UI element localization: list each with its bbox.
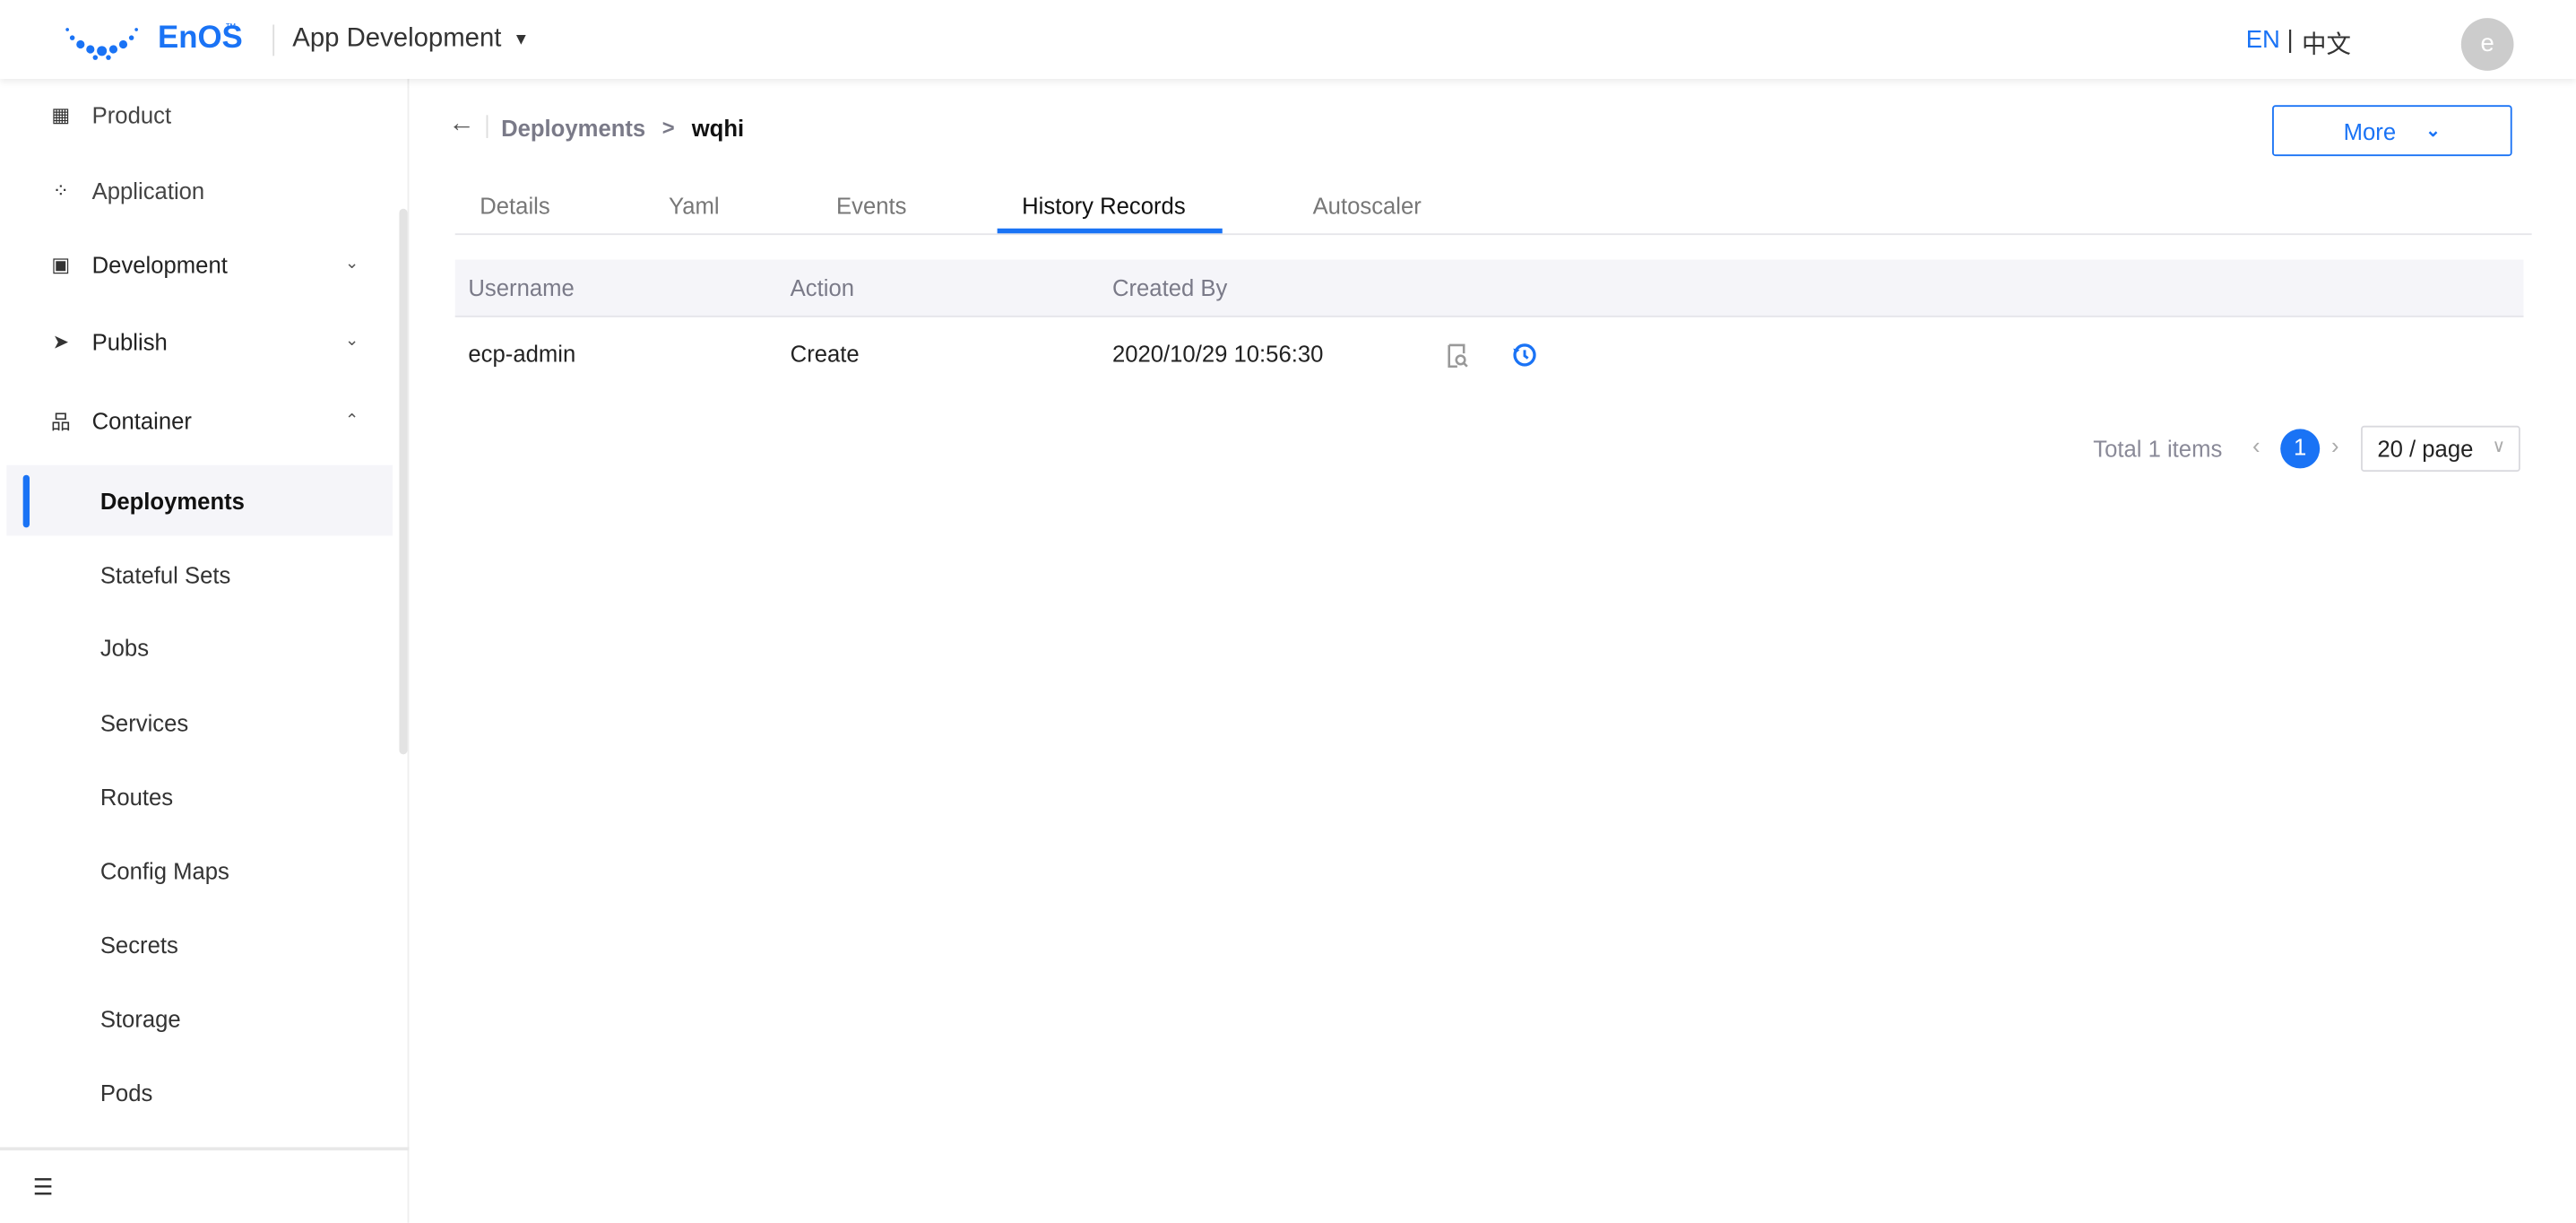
page-1-button[interactable]: 1 — [2280, 429, 2321, 469]
chevron-down-icon: ⌄ — [2425, 121, 2442, 142]
sidebar-item-product[interactable]: ▦ Product — [49, 102, 171, 128]
sidebar-item-development[interactable]: ▣ Development — [49, 251, 228, 278]
next-page-icon[interactable]: › — [2331, 432, 2339, 458]
sidebar-item-pods[interactable]: Pods — [100, 1080, 153, 1106]
sidebar-item-config-maps[interactable]: Config Maps — [100, 858, 229, 884]
rollback-history-icon[interactable] — [1511, 342, 1537, 368]
chevron-down-icon[interactable]: ⌄ — [345, 332, 359, 350]
chevron-down-icon[interactable]: ⌄ — [345, 255, 359, 273]
sidebar-item-container[interactable]: 品 Container — [49, 408, 192, 434]
lang-en[interactable]: EN — [2246, 26, 2280, 54]
paper-plane-icon: ➤ — [52, 330, 70, 354]
table-header — [454, 259, 2524, 317]
breadcrumb-deployments[interactable]: Deployments — [501, 115, 645, 141]
grid-icon: ▦ — [51, 103, 71, 127]
cell-action: Create — [790, 340, 860, 367]
more-button-label: More — [2343, 117, 2397, 144]
active-indicator — [22, 474, 30, 528]
sidebar-item-storage[interactable]: Storage — [100, 1006, 181, 1032]
active-tab-indicator — [997, 228, 1223, 234]
avatar[interactable]: e — [2460, 18, 2514, 71]
chevron-up-icon[interactable]: ⌃ — [345, 412, 359, 430]
divider — [272, 24, 275, 56]
breadcrumb-current: wqhi — [691, 115, 745, 142]
top-header: EnOS ™ App Development ▼ EN | 中文 e — [0, 0, 2576, 79]
column-action: Action — [790, 274, 855, 301]
back-arrow-icon[interactable]: ← — [448, 110, 474, 140]
sidebar-item-secrets[interactable]: Secrets — [100, 932, 178, 958]
chevron-down-icon: ∨ — [2492, 437, 2506, 457]
sidebar-item-jobs[interactable]: Jobs — [100, 635, 149, 661]
column-username: Username — [468, 274, 575, 301]
tab-autoscaler[interactable]: Autoscaler — [1313, 192, 1422, 218]
sidebar-item-services[interactable]: Services — [100, 710, 188, 736]
lang-zh[interactable]: 中文 — [2302, 26, 2351, 60]
monitor-icon: ▣ — [51, 253, 71, 276]
sidebar-item-label: Development — [91, 251, 228, 278]
sidebar: ▦ Product ⁘ Application ▣ Development ⌄ ➤ Pu… — [0, 78, 410, 1223]
view-details-icon[interactable] — [1446, 343, 1469, 369]
divider — [486, 115, 488, 138]
cell-username: ecp-admin — [468, 340, 576, 367]
sidebar-item-routes[interactable]: Routes — [100, 784, 173, 810]
sidebar-subitem-label: Deployments — [99, 488, 245, 515]
column-created-by: Created By — [1111, 274, 1228, 301]
trademark: ™ — [225, 22, 237, 35]
app-switcher[interactable]: App Development ▼ — [292, 24, 529, 54]
page-size-value: 20 / page — [2377, 435, 2474, 463]
breadcrumb-separator: > — [661, 115, 675, 140]
tab-history-records[interactable]: History Records — [1022, 192, 1186, 218]
prev-page-icon[interactable]: ‹ — [2252, 432, 2260, 458]
sitemap-icon: 品 — [50, 410, 71, 433]
page-size-select[interactable]: 20 / page ∨ — [2361, 425, 2520, 473]
cell-created: 2020/10/29 10:56:30 — [1111, 340, 1324, 367]
tabs-divider — [454, 233, 2532, 236]
divider — [0, 1147, 410, 1151]
sidebar-item-stateful-sets[interactable]: Stateful Sets — [100, 562, 231, 588]
tab-events[interactable]: Events — [836, 192, 906, 218]
lang-separator: | — [2286, 26, 2294, 55]
pagination-total: Total 1 items — [2093, 435, 2223, 463]
sidebar-scrollbar[interactable] — [399, 208, 408, 755]
apps-add-icon: ⁘ — [52, 178, 70, 203]
sidebar-item-label: Application — [91, 177, 205, 204]
sidebar-item-label: Product — [91, 101, 172, 128]
sidebar-item-publish[interactable]: ➤ Publish — [49, 329, 168, 355]
app-switcher-label: App Development — [292, 24, 502, 53]
collapse-menu-icon[interactable]: ☰ — [33, 1174, 54, 1201]
tab-details[interactable]: Details — [480, 192, 549, 218]
more-button[interactable]: More ⌄ — [2272, 105, 2512, 157]
tab-yaml[interactable]: Yaml — [669, 192, 720, 218]
sidebar-item-label: Container — [91, 407, 192, 434]
sidebar-item-label: Publish — [91, 328, 168, 355]
caret-down-icon: ▼ — [513, 30, 530, 49]
sidebar-item-application[interactable]: ⁘ Application — [49, 177, 205, 204]
enos-logo-icon — [65, 28, 138, 60]
